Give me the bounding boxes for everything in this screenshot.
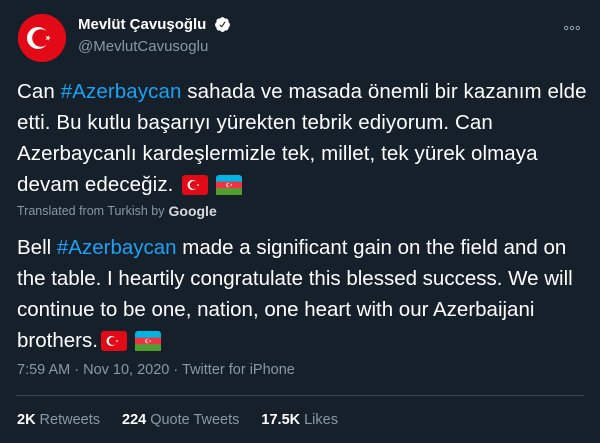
more-options-icon[interactable] bbox=[562, 18, 582, 38]
quote-tweets-label: Quote Tweets bbox=[150, 412, 240, 428]
translated-text-segment: Bell bbox=[17, 236, 57, 259]
tweet-meta: 7:59 AM · Nov 10, 2020 · Twitter for iPh… bbox=[17, 362, 295, 378]
quote-tweets-count: 224 bbox=[122, 412, 147, 428]
divider bbox=[16, 395, 584, 396]
likes-stat[interactable]: 17.5K Likes bbox=[261, 412, 338, 428]
meta-separator: · bbox=[173, 362, 179, 378]
tweet-date[interactable]: Nov 10, 2020 bbox=[83, 362, 169, 378]
verified-badge-icon bbox=[214, 17, 230, 33]
azerbaijan-flag-icon bbox=[216, 175, 243, 195]
retweets-count: 2K bbox=[17, 412, 36, 428]
tweet-time[interactable]: 7:59 AM bbox=[17, 362, 70, 378]
tweet-text-segment: Can bbox=[17, 80, 61, 103]
tweet-text: Can #Azerbaycan sahada ve masada önemli … bbox=[17, 76, 587, 200]
author-info: Mevlüt Çavuşoğlu @MevlutCavusoglu bbox=[78, 16, 231, 55]
avatar[interactable] bbox=[18, 14, 66, 62]
meta-separator: · bbox=[74, 362, 80, 378]
translated-text: Bell #Azerbaycan made a significant gain… bbox=[17, 232, 587, 356]
author-display-name[interactable]: Mevlüt Çavuşoğlu bbox=[78, 16, 206, 33]
google-logo[interactable]: Google bbox=[169, 203, 217, 219]
tweet-header: Mevlüt Çavuşoğlu @MevlutCavusoglu bbox=[16, 10, 584, 62]
turkey-flag-icon bbox=[100, 331, 127, 351]
quote-tweets-stat[interactable]: 224 Quote Tweets bbox=[122, 412, 239, 428]
turkey-flag-icon bbox=[182, 175, 209, 195]
retweets-stat[interactable]: 2K Retweets bbox=[17, 412, 100, 428]
likes-label: Likes bbox=[304, 412, 338, 428]
translation-label: Translated from Turkish by bbox=[17, 204, 165, 218]
tweet-stats: 2K Retweets 224 Quote Tweets 17.5K Likes bbox=[17, 412, 360, 428]
translation-attribution: Translated from Turkish by Google bbox=[17, 203, 217, 219]
turkish-flag-avatar-icon bbox=[18, 14, 66, 62]
tweet-source[interactable]: Twitter for iPhone bbox=[182, 362, 295, 378]
hashtag-link[interactable]: #Azerbaycan bbox=[57, 236, 177, 259]
likes-count: 17.5K bbox=[261, 412, 301, 428]
azerbaijan-flag-icon bbox=[134, 331, 161, 351]
author-handle[interactable]: @MevlutCavusoglu bbox=[78, 38, 231, 55]
hashtag-link[interactable]: #Azerbaycan bbox=[61, 80, 182, 103]
retweets-label: Retweets bbox=[39, 412, 100, 428]
